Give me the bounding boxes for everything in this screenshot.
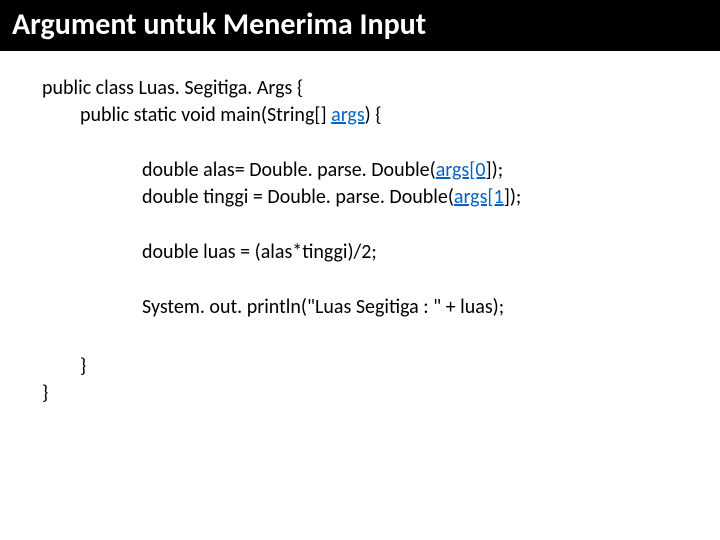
- code-text: double luas = (alas*tinggi)/2;: [142, 240, 377, 264]
- code-text: double alas= Double. parse. Double(: [142, 158, 436, 182]
- code-text: double tinggi = Double. parse. Double(: [142, 185, 454, 209]
- slide-title: Argument untuk Menerima Input: [12, 6, 426, 43]
- code-line: }: [42, 353, 690, 380]
- code-text: }: [80, 354, 86, 378]
- code-line: double tinggi = Double. parse. Double(ar…: [42, 184, 690, 211]
- code-text: public class Luas. Segitiga. Args {: [42, 76, 303, 100]
- code-line: public static void main(String[] args) {: [42, 102, 690, 129]
- slide-title-bar: Argument untuk Menerima Input: [0, 0, 720, 51]
- code-text: }: [42, 381, 48, 405]
- code-block: public class Luas. Segitiga. Args { publ…: [0, 51, 720, 407]
- code-line: public class Luas. Segitiga. Args {: [42, 75, 690, 102]
- code-line: System. out. println("Luas Segitiga : " …: [42, 294, 690, 321]
- code-link: args: [331, 103, 365, 127]
- code-link: args[0: [436, 158, 486, 182]
- code-text: ]);: [504, 185, 522, 209]
- code-link: args[1: [454, 185, 504, 209]
- code-text: ) {: [365, 103, 382, 127]
- code-line: }: [42, 380, 690, 407]
- code-text: System. out. println("Luas Segitiga : " …: [142, 295, 504, 319]
- code-text: public static void main(String[]: [80, 103, 331, 127]
- code-text: ]);: [486, 158, 504, 182]
- code-line: double alas= Double. parse. Double(args[…: [42, 157, 690, 184]
- code-line: double luas = (alas*tinggi)/2;: [42, 239, 690, 266]
